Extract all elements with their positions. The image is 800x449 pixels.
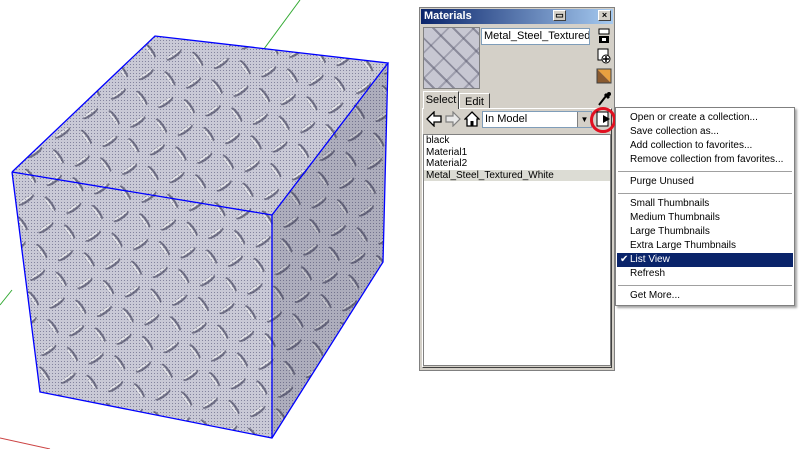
menu-item-label: List View <box>630 254 670 265</box>
list-item-selected[interactable]: Metal_Steel_Textured_White <box>424 169 610 181</box>
tab-edit[interactable]: Edit <box>459 93 490 109</box>
panel-title: Materials <box>424 10 472 22</box>
collection-details-menu: Open or create a collection... Save coll… <box>615 107 795 306</box>
material-list[interactable]: black Material1 Material2 Metal_Steel_Te… <box>423 134 611 366</box>
menu-separator <box>618 285 792 286</box>
collection-value: In Model <box>485 113 528 125</box>
collection-dropdown[interactable]: In Model ▼ <box>482 111 592 128</box>
forward-arrow-icon[interactable] <box>445 111 461 127</box>
material-name-field[interactable]: Metal_Steel_Textured_Wh <box>481 28 590 45</box>
panel-titlebar[interactable]: Materials ▭ × <box>421 9 613 24</box>
menu-item-list-view[interactable]: ✔ List View <box>617 253 793 267</box>
menu-item-get-more[interactable]: Get More... <box>617 289 793 303</box>
details-arrow-icon[interactable] <box>596 111 612 127</box>
menu-item-large-thumbnails[interactable]: Large Thumbnails <box>617 225 793 239</box>
material-preview <box>423 27 480 89</box>
default-material-icon[interactable] <box>596 68 612 84</box>
menu-item-xl-thumbnails[interactable]: Extra Large Thumbnails <box>617 239 793 253</box>
display-secondary-icon[interactable] <box>596 28 612 44</box>
menu-item-save-collection[interactable]: Save collection as... <box>617 125 793 139</box>
red-axis <box>0 437 51 449</box>
chevron-down-icon[interactable]: ▼ <box>577 112 591 127</box>
eyedropper-icon[interactable] <box>596 91 612 107</box>
menu-item-refresh[interactable]: Refresh <box>617 267 793 281</box>
menu-item-remove-favorites[interactable]: Remove collection from favorites... <box>617 153 793 167</box>
create-material-icon[interactable] <box>596 48 612 64</box>
menu-item-purge-unused[interactable]: Purge Unused <box>617 175 793 189</box>
green-axis-back <box>0 289 13 306</box>
checkmark-icon: ✔ <box>620 254 629 265</box>
menu-item-medium-thumbnails[interactable]: Medium Thumbnails <box>617 211 793 225</box>
back-arrow-icon[interactable] <box>426 111 442 127</box>
materials-panel: Materials ▭ × Metal_Steel_Textured_Wh Se… <box>419 7 616 371</box>
list-item[interactable]: Material2 <box>424 158 610 170</box>
menu-separator <box>618 171 792 172</box>
tab-select[interactable]: Select <box>423 91 459 109</box>
menu-item-open-collection[interactable]: Open or create a collection... <box>617 111 793 125</box>
menu-item-small-thumbnails[interactable]: Small Thumbnails <box>617 197 793 211</box>
menu-item-add-favorites[interactable]: Add collection to favorites... <box>617 139 793 153</box>
list-item[interactable]: black <box>424 135 610 147</box>
list-item[interactable]: Material1 <box>424 147 610 159</box>
close-icon[interactable]: × <box>598 10 611 21</box>
menu-separator <box>618 193 792 194</box>
home-icon[interactable] <box>464 111 480 127</box>
restore-icon[interactable]: ▭ <box>553 10 566 21</box>
